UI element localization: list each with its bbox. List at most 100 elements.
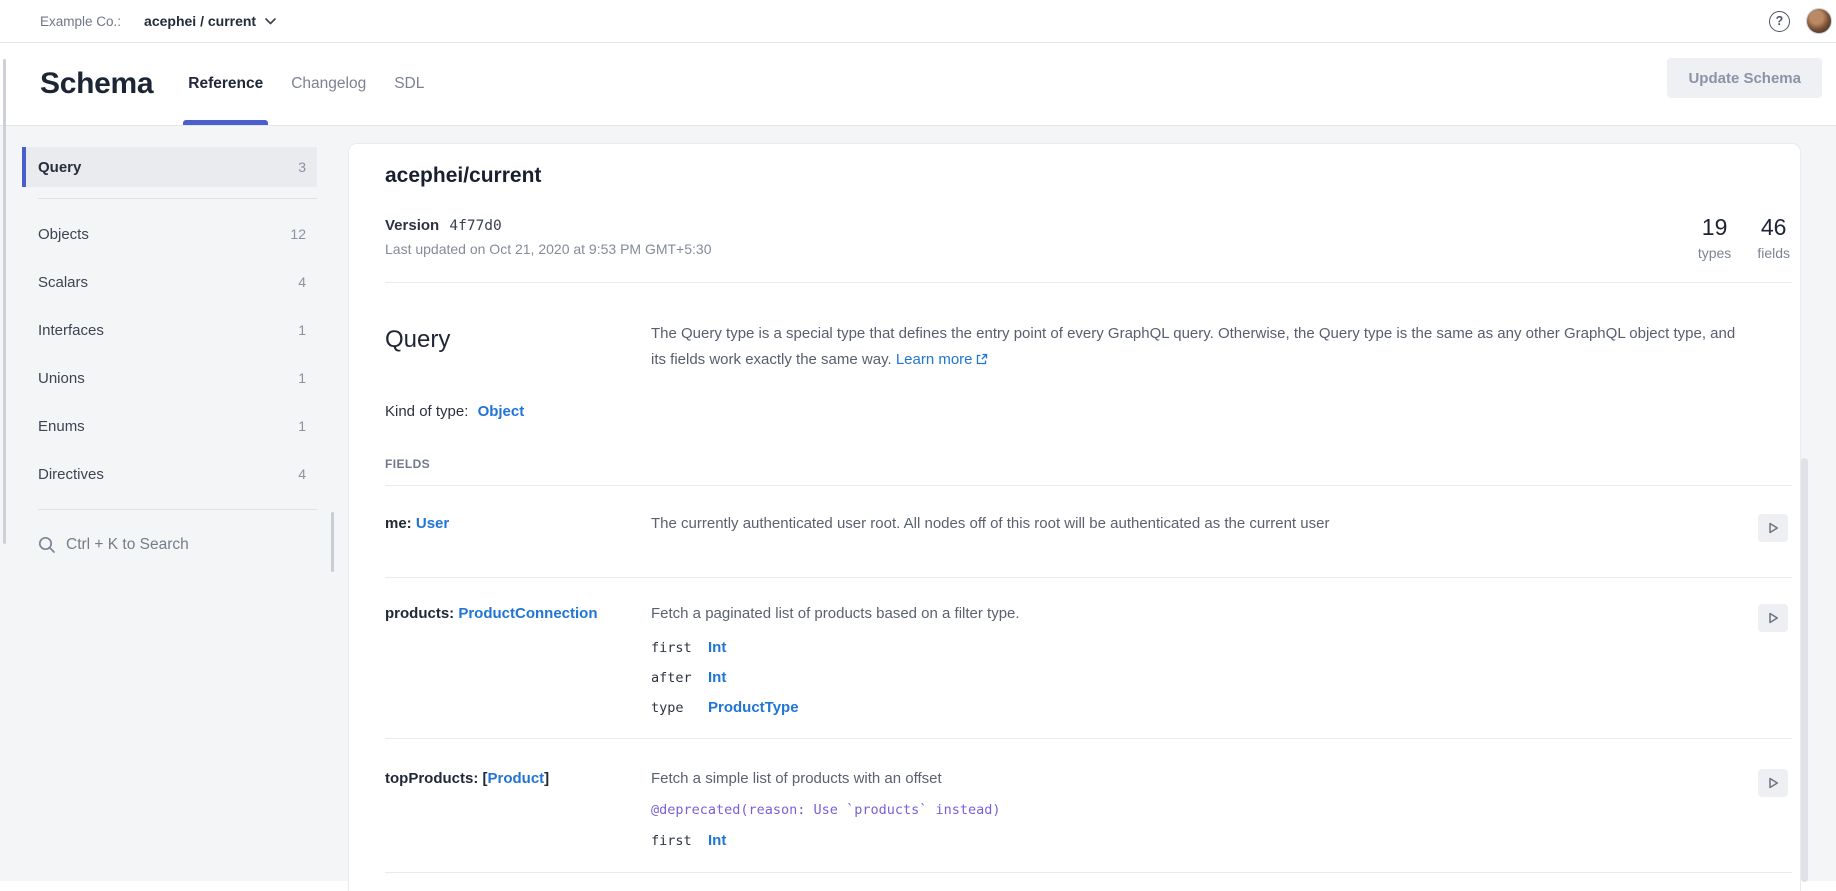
field-row-me: me: User The currently authenticated use… bbox=[385, 486, 1792, 578]
deprecated-annotation: @deprecated(reason: Use `products` inste… bbox=[651, 801, 1706, 819]
graph-selector[interactable]: acephei / current bbox=[144, 13, 276, 29]
graph-title: acephei/current bbox=[385, 164, 711, 188]
field-details: Fetch a simple list of products with an … bbox=[651, 769, 1706, 849]
play-icon bbox=[1768, 522, 1779, 534]
last-updated: Last updated on Oct 21, 2020 at 9:53 PM … bbox=[385, 241, 711, 257]
org-label: Example Co.: bbox=[40, 14, 121, 29]
sidebar-item-count: 4 bbox=[298, 274, 306, 290]
stat-types: 19 types bbox=[1698, 216, 1731, 261]
type-intro: Query The Query type is a special type t… bbox=[385, 283, 1792, 373]
sidebar-item-directives[interactable]: Directives 4 bbox=[22, 450, 317, 498]
schema-card: acephei/current Version 4f77d0 Last upda… bbox=[349, 144, 1800, 891]
version-value: 4f77d0 bbox=[449, 218, 501, 234]
field-row-products: products: ProductConnection Fetch a pagi… bbox=[385, 578, 1792, 739]
play-icon bbox=[1768, 777, 1779, 789]
sidebar-item-label: Enums bbox=[38, 418, 85, 435]
arg-row: first Int bbox=[651, 832, 1706, 849]
left-scrollbar[interactable] bbox=[3, 59, 6, 544]
field-args: first Int bbox=[651, 832, 1706, 849]
field-signature: me: User bbox=[385, 514, 651, 542]
version-line: Version 4f77d0 bbox=[385, 217, 711, 234]
sidebar-item-scalars[interactable]: Scalars 4 bbox=[22, 258, 317, 306]
arg-row: after Int bbox=[651, 669, 1706, 686]
field-signature: topProducts: [Product] bbox=[385, 769, 651, 849]
chevron-down-icon bbox=[265, 18, 276, 25]
sidebar-item-unions[interactable]: Unions 1 bbox=[22, 354, 317, 402]
arg-type-link[interactable]: Int bbox=[708, 669, 726, 686]
sidebar-item-label: Interfaces bbox=[38, 322, 104, 339]
page-body: Query 3 Objects 12 Scalars 4 Interfaces … bbox=[0, 126, 1836, 881]
sidebar-item-count: 1 bbox=[298, 418, 306, 434]
run-query-button[interactable] bbox=[1758, 604, 1788, 632]
avatar[interactable] bbox=[1806, 8, 1832, 34]
external-link-icon bbox=[976, 353, 988, 365]
arg-type-link[interactable]: Int bbox=[708, 832, 726, 849]
fields-section-label: FIELDS bbox=[385, 457, 1792, 471]
stat-value: 46 bbox=[1757, 216, 1790, 239]
arg-name: type bbox=[651, 700, 708, 716]
tab-reference[interactable]: Reference bbox=[186, 43, 265, 125]
run-query-button[interactable] bbox=[1758, 769, 1788, 797]
sidebar-item-objects[interactable]: Objects 12 bbox=[22, 210, 317, 258]
graph-selector-value: acephei / current bbox=[144, 13, 256, 29]
schema-sidebar: Query 3 Objects 12 Scalars 4 Interfaces … bbox=[0, 126, 317, 881]
kind-value-link[interactable]: Object bbox=[478, 403, 525, 420]
field-details: Fetch a paginated list of products based… bbox=[651, 604, 1706, 716]
sidebar-item-count: 1 bbox=[298, 370, 306, 386]
play-cell bbox=[1706, 514, 1792, 542]
field-type-link[interactable]: User bbox=[416, 515, 449, 532]
stat-fields: 46 fields bbox=[1757, 216, 1790, 261]
field-description: Fetch a simple list of products with an … bbox=[651, 769, 1706, 789]
field-type-link[interactable]: Product bbox=[488, 770, 545, 787]
sidebar-divider bbox=[38, 198, 317, 199]
sidebar-item-label: Query bbox=[38, 159, 81, 176]
type-suffix: ] bbox=[544, 770, 549, 787]
arg-name: first bbox=[651, 833, 708, 849]
update-schema-button[interactable]: Update Schema bbox=[1667, 58, 1822, 98]
run-query-button[interactable] bbox=[1758, 514, 1788, 542]
schema-card-header: acephei/current Version 4f77d0 Last upda… bbox=[385, 144, 1792, 261]
search-hint: Ctrl + K to Search bbox=[66, 536, 189, 554]
sidebar-item-count: 1 bbox=[298, 322, 306, 338]
field-name: topProducts: bbox=[385, 770, 478, 787]
field-name: me: bbox=[385, 515, 412, 532]
sidebar-item-count: 12 bbox=[290, 226, 306, 242]
topbar-actions: ? bbox=[1769, 8, 1822, 34]
tab-label: Reference bbox=[188, 75, 263, 93]
arg-name: after bbox=[651, 670, 708, 686]
sidebar-item-enums[interactable]: Enums 1 bbox=[22, 402, 317, 450]
main-area: acephei/current Version 4f77d0 Last upda… bbox=[317, 126, 1836, 881]
stat-label: types bbox=[1698, 245, 1731, 261]
main-scrollbar[interactable] bbox=[1801, 458, 1808, 882]
learn-more-link[interactable]: Learn more bbox=[896, 351, 988, 368]
tab-bar: Reference Changelog SDL bbox=[186, 43, 450, 125]
help-glyph: ? bbox=[1776, 14, 1784, 28]
kind-of-type: Kind of type: Object bbox=[385, 403, 1792, 420]
arg-type-link[interactable]: ProductType bbox=[708, 699, 799, 716]
arg-type-link[interactable]: Int bbox=[708, 639, 726, 656]
search-trigger[interactable]: Ctrl + K to Search bbox=[32, 530, 317, 560]
learn-more-label: Learn more bbox=[896, 351, 973, 368]
help-icon[interactable]: ? bbox=[1769, 11, 1790, 32]
field-args: first Int after Int type ProductType bbox=[651, 639, 1706, 716]
sidebar-item-label: Scalars bbox=[38, 274, 88, 291]
field-description: The currently authenticated user root. A… bbox=[651, 514, 1706, 542]
sidebar-item-query[interactable]: Query 3 bbox=[22, 147, 317, 187]
sidebar-item-count: 4 bbox=[298, 466, 306, 482]
type-name: Query bbox=[385, 321, 651, 373]
sidebar-item-label: Directives bbox=[38, 466, 104, 483]
tab-sdl[interactable]: SDL bbox=[392, 43, 426, 125]
sidebar-item-label: Objects bbox=[38, 226, 89, 243]
sidebar-divider bbox=[38, 509, 317, 510]
field-type-link[interactable]: ProductConnection bbox=[458, 605, 597, 622]
arg-row: type ProductType bbox=[651, 699, 1706, 716]
play-cell bbox=[1706, 769, 1792, 849]
field-signature: products: ProductConnection bbox=[385, 604, 651, 716]
tab-changelog[interactable]: Changelog bbox=[289, 43, 368, 125]
field-name: products: bbox=[385, 605, 454, 622]
type-description: The Query type is a special type that de… bbox=[651, 321, 1744, 373]
sidebar-item-interfaces[interactable]: Interfaces 1 bbox=[22, 306, 317, 354]
version-label: Version bbox=[385, 217, 439, 234]
page-header: Schema Reference Changelog SDL Update Sc… bbox=[0, 43, 1836, 126]
sidebar-item-label: Unions bbox=[38, 370, 85, 387]
